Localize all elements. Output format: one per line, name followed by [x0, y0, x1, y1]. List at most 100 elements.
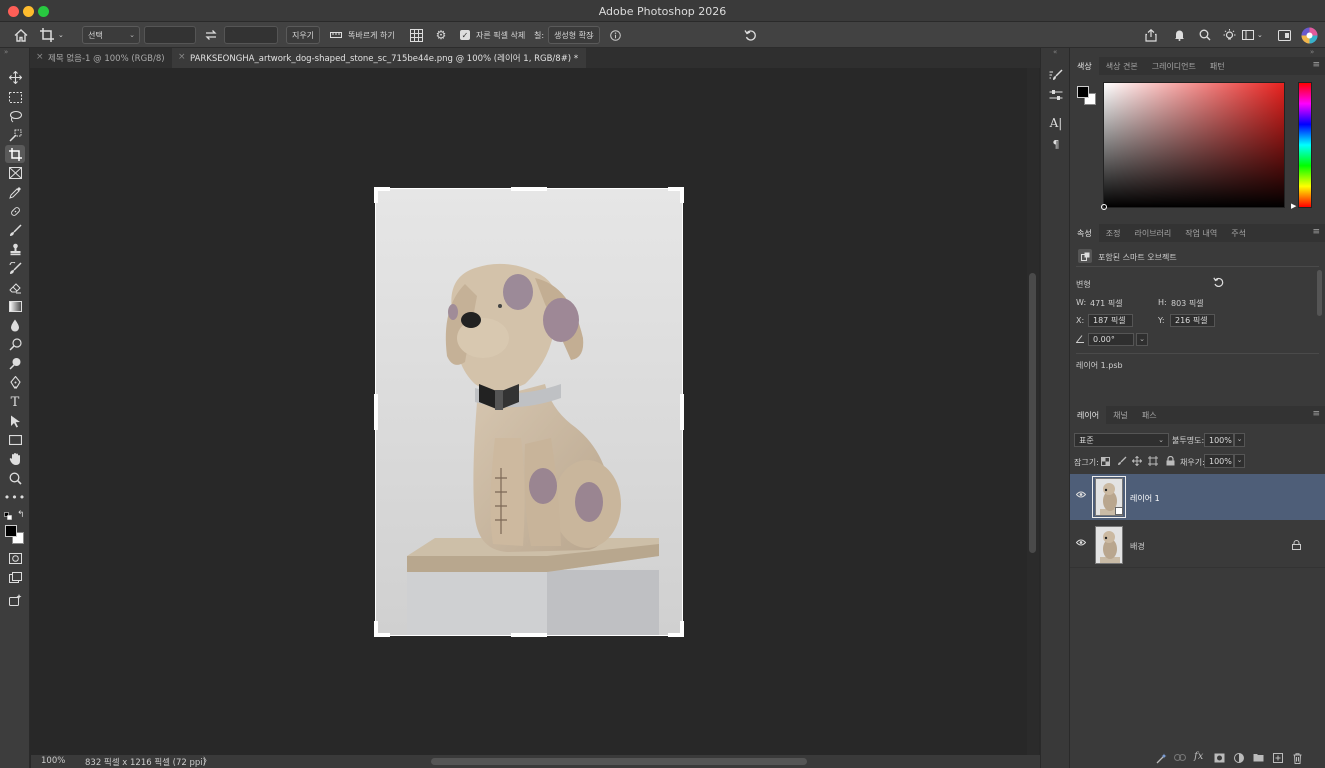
- info-icon[interactable]: [608, 26, 622, 44]
- rectangle-tool-icon[interactable]: [5, 431, 25, 449]
- crop-handle-bottom-left[interactable]: [374, 621, 378, 637]
- crop-handle-bottom[interactable]: [511, 633, 547, 637]
- gradient-tool-icon[interactable]: [5, 297, 25, 315]
- workspace-switcher[interactable]: ⌄: [1242, 26, 1266, 44]
- crop-handle-right[interactable]: [680, 394, 684, 430]
- collapse-panels-icon[interactable]: »: [1310, 48, 1314, 56]
- panel-menu-icon[interactable]: ≡: [1312, 227, 1320, 237]
- tab-adjustments[interactable]: 조정: [1099, 224, 1128, 242]
- vertical-scrollbar-thumb[interactable]: [1029, 273, 1036, 553]
- eyedropper-tool-icon[interactable]: [5, 183, 25, 201]
- overlay-grid-icon[interactable]: [408, 26, 424, 44]
- default-colors-icon[interactable]: [4, 512, 12, 523]
- properties-scrollbar-thumb[interactable]: [1317, 270, 1322, 316]
- tab-layers[interactable]: 레이어: [1070, 406, 1107, 424]
- history-brush-tool-icon[interactable]: [5, 259, 25, 277]
- panel-menu-icon[interactable]: ≡: [1312, 60, 1320, 70]
- character-panel-icon[interactable]: A|: [1046, 114, 1066, 132]
- hue-slider[interactable]: [1298, 82, 1312, 208]
- fill-select[interactable]: 생성형 확장 ⌄: [548, 26, 600, 44]
- crop-handle-top-left[interactable]: [374, 187, 378, 203]
- visibility-eye-icon[interactable]: [1075, 491, 1087, 501]
- quick-mask-icon[interactable]: [5, 549, 25, 567]
- type-tool-icon[interactable]: T: [5, 393, 25, 411]
- clear-button[interactable]: 지우기: [286, 26, 320, 44]
- object-selection-tool-icon[interactable]: [5, 126, 25, 144]
- angle-input[interactable]: 0.00°: [1088, 333, 1134, 346]
- dodge-tool-icon[interactable]: [5, 335, 25, 353]
- tab-color[interactable]: 색상: [1070, 57, 1099, 75]
- move-tool-icon[interactable]: [5, 68, 25, 86]
- swap-dimensions-icon[interactable]: [204, 26, 218, 44]
- eraser-tool-icon[interactable]: [5, 278, 25, 296]
- close-tab-icon[interactable]: ×: [178, 52, 186, 62]
- collapse-toolbar-icon[interactable]: »: [4, 48, 8, 56]
- generative-layer-icon[interactable]: [1156, 753, 1167, 767]
- link-layers-icon[interactable]: [1174, 754, 1186, 764]
- layer-row-selected[interactable]: 레이어 1: [1070, 474, 1325, 520]
- crop-handle-top[interactable]: [511, 187, 547, 191]
- adjustments-sliders-icon[interactable]: [1046, 86, 1066, 104]
- x-position-input[interactable]: 187 픽셀: [1088, 314, 1133, 327]
- tab-paths[interactable]: 패스: [1135, 406, 1164, 424]
- foreground-color-swatch[interactable]: [1077, 86, 1089, 98]
- new-group-folder-icon[interactable]: [1253, 753, 1264, 765]
- tab-notes[interactable]: 주석: [1224, 224, 1253, 242]
- spot-healing-brush-tool-icon[interactable]: [5, 202, 25, 220]
- lock-all-icon[interactable]: [1166, 455, 1175, 469]
- lock-artboard-icon[interactable]: [1148, 456, 1158, 469]
- layer-row[interactable]: 배경: [1070, 522, 1325, 568]
- notifications-bell-icon[interactable]: [1171, 26, 1187, 44]
- tab-history[interactable]: 작업 내역: [1178, 224, 1224, 242]
- hue-slider-marker-icon[interactable]: ▶: [1291, 202, 1296, 210]
- horizontal-scrollbar-thumb[interactable]: [431, 758, 807, 765]
- chevron-down-icon[interactable]: ⌄: [1136, 333, 1148, 346]
- magnifier-zoom-small-icon[interactable]: [5, 354, 25, 372]
- rectangular-marquee-tool-icon[interactable]: [5, 88, 25, 106]
- crop-ratio-select[interactable]: 선택 ⌄: [82, 26, 140, 44]
- add-mask-icon[interactable]: [1214, 753, 1225, 766]
- brush-settings-icon[interactable]: [1046, 66, 1066, 84]
- generative-ai-icon[interactable]: [5, 591, 25, 609]
- layer-effects-icon[interactable]: fx: [1194, 751, 1203, 762]
- pen-tool-icon[interactable]: [5, 373, 25, 391]
- crop-box[interactable]: [375, 188, 683, 636]
- layer-name[interactable]: 배경: [1130, 541, 1145, 552]
- panel-menu-icon[interactable]: ≡: [1312, 409, 1320, 419]
- zoom-tool-icon[interactable]: [5, 469, 25, 487]
- crop-width-input[interactable]: [144, 26, 196, 44]
- tab-channels[interactable]: 채널: [1106, 406, 1135, 424]
- crop-tool-icon[interactable]: [5, 145, 25, 163]
- tab-properties[interactable]: 속성: [1070, 224, 1099, 242]
- crop-handle-top-right[interactable]: [680, 187, 684, 203]
- foreground-color-swatch[interactable]: [5, 525, 17, 537]
- tab-libraries[interactable]: 라이브러리: [1127, 224, 1178, 242]
- crop-handle-left[interactable]: [374, 394, 378, 430]
- account-avatar[interactable]: [1300, 26, 1318, 44]
- straighten-button[interactable]: 똑바르게 하기: [330, 26, 400, 44]
- brush-tool-icon[interactable]: [5, 221, 25, 239]
- y-position-input[interactable]: 216 픽셀: [1170, 314, 1215, 327]
- zoom-level[interactable]: 100%: [41, 756, 65, 766]
- document-tab[interactable]: × 제목 없음-1 @ 100% (RGB/8): [30, 48, 172, 68]
- reset-transform-icon[interactable]: [1213, 277, 1224, 290]
- hand-tool-icon[interactable]: [5, 450, 25, 468]
- paragraph-panel-icon[interactable]: ¶: [1046, 135, 1066, 153]
- new-layer-icon[interactable]: [1273, 753, 1283, 766]
- search-icon[interactable]: [1197, 26, 1213, 44]
- expand-panels-icon[interactable]: «: [1053, 48, 1057, 56]
- height-value[interactable]: 803 픽셀: [1171, 298, 1204, 309]
- opacity-input[interactable]: 100%: [1204, 433, 1234, 447]
- lasso-tool-icon[interactable]: [5, 107, 25, 125]
- clone-stamp-tool-icon[interactable]: [5, 240, 25, 258]
- color-picker-field[interactable]: [1101, 82, 1285, 210]
- vertical-scrollbar[interactable]: [1027, 68, 1039, 755]
- home-icon[interactable]: [12, 26, 30, 44]
- crop-height-input[interactable]: [224, 26, 278, 44]
- discover-lightbulb-icon[interactable]: [1221, 26, 1237, 44]
- delete-cropped-pixels-checkbox[interactable]: ✓ 자른 픽셀 삭제: [460, 26, 530, 44]
- blur-tool-icon[interactable]: [5, 316, 25, 334]
- delete-layer-trash-icon[interactable]: [1293, 753, 1302, 767]
- lock-image-pixels-icon[interactable]: [1117, 456, 1127, 469]
- lock-transparent-pixels-icon[interactable]: [1101, 457, 1110, 469]
